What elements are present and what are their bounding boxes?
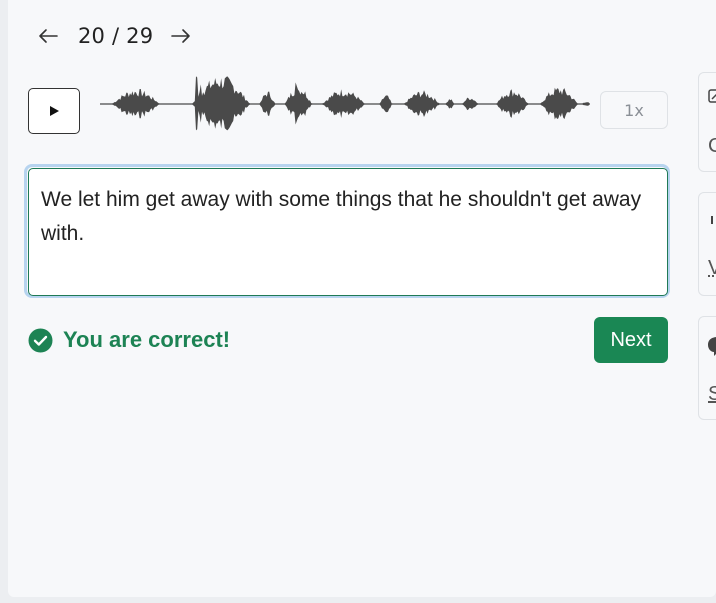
side-card-chat[interactable]: S — [698, 316, 716, 420]
side-card-letter: C — [708, 135, 716, 158]
pagination-nav: 20 / 29 — [36, 22, 193, 50]
arrow-left-icon[interactable] — [36, 24, 60, 48]
sound-icon — [708, 213, 716, 232]
page-counter: 20 / 29 — [78, 24, 154, 48]
arrow-right-icon[interactable] — [169, 24, 193, 48]
side-card-sound[interactable]: V — [698, 192, 716, 296]
next-button[interactable]: Next — [594, 317, 668, 363]
side-card-letter: S — [708, 383, 716, 406]
side-card-edit[interactable]: C — [698, 72, 716, 172]
check-circle-icon — [28, 328, 53, 352]
correct-message: You are correct! — [63, 327, 231, 352]
play-icon — [50, 106, 59, 116]
result-message: You are correct! — [28, 327, 230, 353]
side-card-letter: V — [708, 257, 716, 280]
answer-textarea[interactable]: We let him get away with some things tha… — [28, 168, 668, 296]
playback-speed-button[interactable]: 1x — [600, 91, 668, 129]
chat-bubble-icon — [708, 335, 716, 362]
play-button[interactable] — [28, 88, 80, 134]
waveform-shape — [100, 76, 590, 131]
audio-waveform[interactable] — [100, 70, 590, 138]
edit-icon — [708, 89, 716, 108]
